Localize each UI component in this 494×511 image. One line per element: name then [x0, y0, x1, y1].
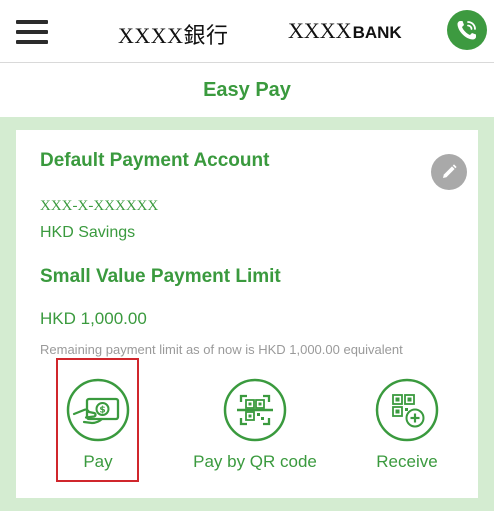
- hamburger-icon[interactable]: [16, 20, 48, 44]
- account-number: XXX-X-XXXXXX: [40, 198, 159, 214]
- account-type: HKD Savings: [40, 224, 136, 241]
- pay-label: Pay: [83, 452, 113, 471]
- receive-label: Receive: [376, 452, 438, 471]
- receive-button[interactable]: Receive: [359, 378, 455, 478]
- app-header: XXXX銀行 XXXXBANK: [0, 0, 494, 63]
- pay-by-qr-label: Pay by QR code: [193, 452, 317, 471]
- default-account-title: Default Payment Account: [40, 150, 270, 171]
- qr-scan-icon: [223, 378, 287, 442]
- pay-by-qr-button[interactable]: Pay by QR code: [170, 378, 340, 478]
- payment-card: Default Payment Account XXX-X-XXXXXX HKD…: [16, 130, 478, 498]
- phone-call-icon: [457, 21, 476, 40]
- page-title: Easy Pay: [203, 78, 291, 101]
- cash-hand-icon: $: [66, 378, 130, 442]
- payment-limit-amount: HKD 1,000.00: [40, 309, 147, 328]
- edit-account-button[interactable]: [431, 154, 467, 190]
- pencil-icon: [443, 164, 457, 178]
- bank-logo-chinese: XXXX銀行: [118, 23, 229, 48]
- pay-button[interactable]: $ Pay: [66, 378, 130, 478]
- bank-logo-english: XXXXBANK: [288, 18, 402, 44]
- remaining-limit-text: Remaining payment limit as of now is HKD…: [40, 342, 403, 357]
- qr-add-icon: [375, 378, 439, 442]
- svg-text:$: $: [99, 406, 105, 416]
- bank-logo-english-prefix: XXXX: [288, 18, 352, 43]
- payment-limit-title: Small Value Payment Limit: [40, 266, 281, 287]
- call-button[interactable]: [447, 10, 487, 50]
- bank-logo-english-suffix: BANK: [352, 23, 402, 42]
- page-title-bar: Easy Pay: [0, 63, 494, 117]
